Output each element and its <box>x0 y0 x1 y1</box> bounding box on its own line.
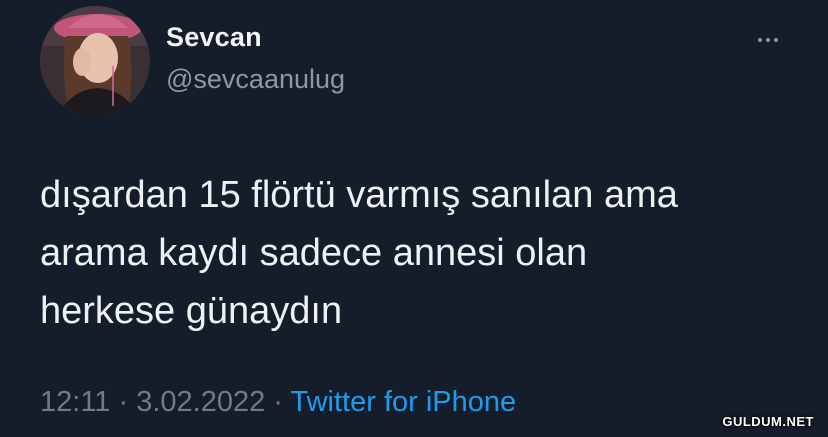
user-handle[interactable]: @sevcaanulug <box>166 64 345 95</box>
tweet-text-line: arama kaydı sadece annesi olan <box>40 232 588 274</box>
ellipsis-icon <box>758 38 762 42</box>
ellipsis-icon <box>766 38 770 42</box>
tweet-text-line: dışardan 15 flörtü varmış sanılan ama <box>40 174 678 216</box>
watermark: GULDUM.NET <box>722 414 814 429</box>
tweet-text: dışardan 15 flörtü varmış sanılan ama ar… <box>40 166 800 340</box>
tweet-source-link[interactable]: Twitter for iPhone <box>290 386 516 418</box>
meta-separator: · <box>273 386 291 418</box>
avatar-photo <box>40 6 150 116</box>
ellipsis-icon <box>774 38 778 42</box>
tweet-date[interactable]: 3.02.2022 <box>136 386 265 418</box>
avatar[interactable] <box>40 6 150 116</box>
display-name[interactable]: Sevcan <box>166 22 262 53</box>
more-options-button[interactable] <box>748 28 788 52</box>
tweet-text-line: herkese günaydın <box>40 290 343 332</box>
tweet-card: Sevcan @sevcaanulug dışardan 15 flörtü v… <box>0 0 828 437</box>
tweet-metadata: 12:11 · 3.02.2022 · Twitter for iPhone <box>40 386 516 419</box>
meta-separator: · <box>118 386 137 418</box>
tweet-time[interactable]: 12:11 <box>40 386 110 418</box>
